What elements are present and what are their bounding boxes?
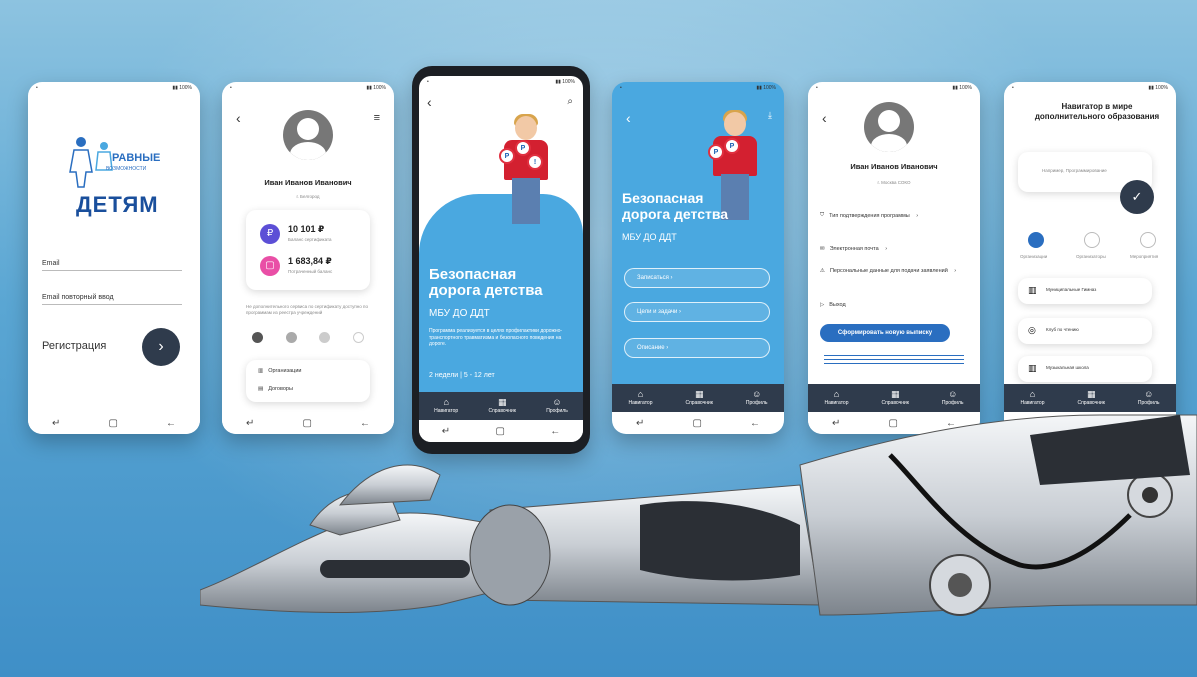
step-dot-1[interactable]: [252, 332, 263, 343]
menu-icon[interactable]: ≡: [374, 112, 380, 124]
menu-email[interactable]: ✉ Электронная почта ›: [820, 246, 887, 252]
enroll-button[interactable]: Записаться ›: [624, 268, 770, 288]
logo-line3: ДЕТЯМ: [76, 192, 159, 217]
register-button[interactable]: ›: [142, 328, 180, 366]
status-bar: • ▮▮ 100%: [816, 85, 972, 91]
step-dots: [252, 332, 364, 343]
confirm-button[interactable]: ✓: [1120, 180, 1154, 214]
status-bar: • ▮▮ 100%: [620, 85, 776, 91]
road-sign-icon: P: [499, 148, 515, 164]
back-arrow-icon[interactable]: ‹: [427, 94, 432, 110]
building-icon: ▥: [1028, 285, 1037, 295]
mail-icon: ✉: [820, 246, 825, 252]
account-city: г. Москва СОКО: [877, 180, 911, 185]
detail-subtitle: МБУ ДО ДДТ: [622, 232, 677, 242]
radio-organizers[interactable]: [1084, 232, 1100, 248]
register-label: Регистрация: [42, 340, 107, 352]
result-title: Музыкальная школа: [1046, 365, 1089, 370]
detail-title-2: дорога детства: [622, 206, 729, 222]
menu-confirmation[interactable]: ⛉ Тип подтверждения программы ›: [820, 212, 968, 219]
building-icon: ▥: [1028, 363, 1037, 373]
avatar: [864, 102, 914, 152]
radio-events[interactable]: [1140, 232, 1156, 248]
logo-line2: ВОЗМОЖНОСТИ: [106, 166, 147, 172]
step-dot-3[interactable]: [319, 332, 331, 343]
warning-icon: ⚠: [820, 268, 825, 274]
result-card[interactable]: ◎ Клуб по чтению: [1018, 318, 1152, 344]
location-icon: ◎: [1028, 325, 1036, 335]
navigator-title: Навигатор в мире дополнительного образов…: [1034, 102, 1160, 121]
hero-description: Программа реализуется в целях профилакти…: [429, 328, 563, 347]
profile-name: Иван Иванов Иванович: [264, 178, 352, 187]
hero-title-1: Безопасная: [429, 266, 517, 283]
road-sign-icon: P: [515, 140, 531, 156]
robot-arm-illustration: [200, 414, 1197, 616]
back-arrow-icon[interactable]: ‹: [236, 110, 241, 126]
logo-line1: РАВНЫЕ: [112, 152, 161, 164]
status-bar: • ▮▮ 100%: [36, 85, 192, 91]
result-card[interactable]: ▥ Муниципальные Гимназ: [1018, 278, 1152, 304]
search-input[interactable]: Например, Программирование: [1042, 168, 1107, 173]
radio-organizations[interactable]: [1028, 232, 1044, 248]
status-bar: • ▮▮ 100%: [427, 79, 575, 85]
system-nav: ↵ ▢ ←: [28, 412, 200, 434]
spent-value: 1 683,84 ₽: [288, 256, 332, 266]
new-statement-button[interactable]: Сформировать новую выписку: [820, 324, 950, 342]
road-sign-icon: P: [708, 144, 724, 160]
road-sign-icon: P: [724, 138, 740, 154]
home-nav-icon[interactable]: ▢: [108, 418, 117, 429]
hero-title-2: дорога детства: [429, 282, 543, 299]
balance-card: ₽ 10 101 ₽ Баланс сертификата ▢ 1 683,84…: [246, 210, 370, 290]
result-title: Клуб по чтению: [1046, 327, 1079, 332]
balance-value: 10 101 ₽: [288, 224, 325, 234]
organizations-link[interactable]: ▥ Организации: [258, 368, 301, 374]
status-bar: • ▮▮ 100%: [230, 85, 386, 91]
back-arrow-icon[interactable]: ‹: [822, 110, 827, 126]
chevron-right-icon: ›: [158, 338, 164, 355]
profile-note: Не дополнительного сервиса по сертификат…: [246, 304, 368, 315]
menu-logout[interactable]: ▷ Выход: [820, 302, 846, 308]
logout-icon: ▷: [820, 302, 825, 308]
goals-button[interactable]: Цели и задачи ›: [624, 302, 770, 322]
search-icon[interactable]: ⌕: [567, 96, 573, 107]
children-figures-icon: [69, 137, 113, 188]
back-nav-icon[interactable]: ←: [166, 418, 176, 429]
download-icon[interactable]: ⤓: [768, 110, 772, 121]
road-sign-icon: !: [527, 154, 543, 170]
hero-subtitle: МБУ ДО ДДТ: [429, 308, 490, 319]
phone-registration: • ▮▮ 100% РАВНЫЕ ВОЗМОЖНОСТИ ДЕТЯМ Email …: [28, 82, 200, 434]
option-label: Мероприятия: [1130, 254, 1159, 259]
back-arrow-icon[interactable]: ‹: [626, 110, 631, 126]
check-icon: ✓: [1131, 189, 1143, 204]
account-name: Иван Иванов Иванович: [850, 162, 938, 171]
profile-city: г. Белгород: [296, 194, 320, 199]
option-label: Организации: [1020, 254, 1048, 259]
avatar: [283, 110, 333, 160]
child-photo: [501, 114, 551, 236]
email-field[interactable]: Email: [42, 260, 182, 271]
wallet-icon: ₽: [260, 224, 280, 244]
balance-caption: Баланс сертификата: [288, 237, 332, 242]
result-title: Муниципальные Гимназ: [1046, 287, 1097, 292]
shield-icon: ⛉: [820, 212, 825, 218]
policy-links[interactable]: [824, 352, 964, 367]
step-dot-2[interactable]: [285, 332, 297, 343]
detail-title-1: Безопасная: [622, 190, 704, 206]
recent-apps-icon[interactable]: ↵: [52, 418, 60, 429]
spent-caption: Потраченный баланс: [288, 269, 333, 274]
spent-icon: ▢: [260, 256, 280, 276]
status-bar: • ▮▮ 100%: [1012, 85, 1168, 91]
building-icon: ▥: [258, 368, 264, 374]
description-button[interactable]: Описание ›: [624, 338, 770, 358]
menu-personal-data[interactable]: ⚠ Персональные данные для подачи заявлени…: [820, 268, 968, 274]
step-dot-4[interactable]: [352, 332, 364, 343]
logo: РАВНЫЕ ВОЗМОЖНОСТИ ДЕТЯМ: [62, 132, 172, 232]
email-repeat-field[interactable]: Email повторный ввод: [42, 294, 182, 305]
option-label: Организаторы: [1076, 254, 1106, 259]
